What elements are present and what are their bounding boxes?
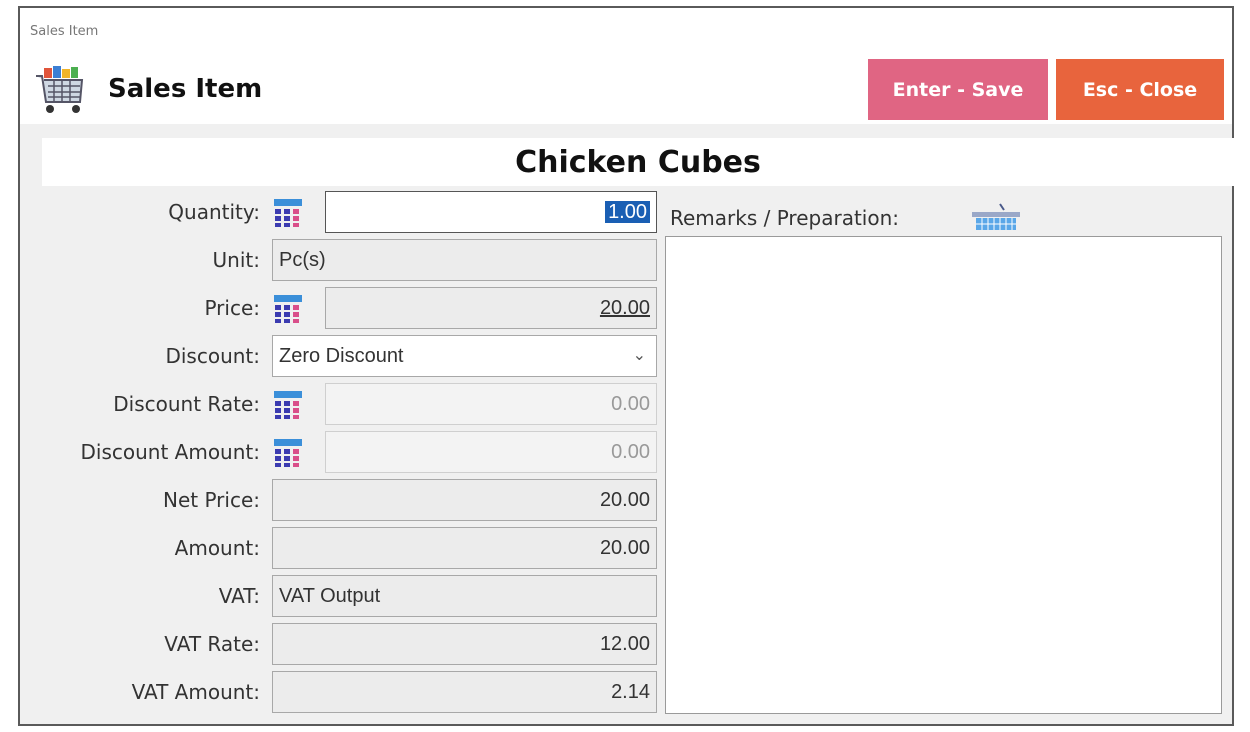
discount-rate-field: 0.00 — [325, 383, 657, 425]
discount-select[interactable]: Zero Discount ⌄ — [272, 335, 657, 377]
discount-amount-field: 0.00 — [325, 431, 657, 473]
price-field[interactable]: 20.00 — [325, 287, 657, 329]
unit-row: Unit: Pc(s) — [20, 238, 680, 282]
window-title: Sales Item — [30, 24, 99, 39]
vat-rate-field: 12.00 — [272, 623, 657, 665]
quantity-row: Quantity: 1.00 — [20, 190, 680, 234]
vat-field: VAT Output — [272, 575, 657, 617]
item-name-banner: Chicken Cubes — [42, 138, 1234, 186]
remarks-label: Remarks / Preparation: — [670, 206, 899, 230]
amount-label: Amount: — [174, 536, 260, 560]
calculator-icon[interactable] — [273, 198, 303, 228]
vat-rate-row: VAT Rate: 12.00 — [20, 622, 680, 666]
discount-label: Discount: — [165, 344, 260, 368]
quantity-label: Quantity: — [168, 200, 260, 224]
discount-rate-row: Discount Rate: 0.00 — [20, 382, 680, 426]
amount-row: Amount: 20.00 — [20, 526, 680, 570]
price-value: 20.00 — [599, 297, 650, 319]
price-row: Price: 20.00 — [20, 286, 680, 330]
discount-selected-value: Zero Discount — [279, 345, 404, 367]
save-button[interactable]: Enter - Save — [868, 59, 1048, 120]
price-label: Price: — [204, 296, 260, 320]
vat-amount-label: VAT Amount: — [131, 680, 260, 704]
unit-field: Pc(s) — [272, 239, 657, 281]
title-bar: Sales Item Sales Item Enter - Save Esc -… — [20, 8, 1232, 124]
sales-item-window: Sales Item Sales Item Enter - Save Esc -… — [18, 6, 1234, 726]
page-title: Sales Item — [108, 74, 263, 104]
vat-label: VAT: — [218, 584, 260, 608]
discount-row: Discount: Zero Discount ⌄ — [20, 334, 680, 378]
net-price-row: Net Price: 20.00 — [20, 478, 680, 522]
remarks-textarea[interactable] — [665, 236, 1222, 714]
calculator-icon[interactable] — [273, 438, 303, 468]
quantity-value: 1.00 — [605, 201, 650, 223]
discount-amount-row: Discount Amount: 0.00 — [20, 430, 680, 474]
close-button[interactable]: Esc - Close — [1056, 59, 1224, 120]
unit-label: Unit: — [212, 248, 260, 272]
discount-rate-label: Discount Rate: — [113, 392, 260, 416]
vat-rate-label: VAT Rate: — [164, 632, 260, 656]
net-price-label: Net Price: — [163, 488, 260, 512]
vat-amount-row: VAT Amount: 2.14 — [20, 670, 680, 714]
discount-amount-label: Discount Amount: — [80, 440, 261, 464]
shopping-cart-icon — [36, 66, 84, 113]
calculator-icon[interactable] — [273, 390, 303, 420]
keyboard-icon[interactable] — [970, 202, 1022, 234]
net-price-field: 20.00 — [272, 479, 657, 521]
calculator-icon[interactable] — [273, 294, 303, 324]
quantity-input[interactable]: 1.00 — [325, 191, 657, 233]
amount-field: 20.00 — [272, 527, 657, 569]
vat-amount-field: 2.14 — [272, 671, 657, 713]
vat-row: VAT: VAT Output — [20, 574, 680, 618]
chevron-down-icon[interactable]: ⌄ — [633, 336, 646, 376]
